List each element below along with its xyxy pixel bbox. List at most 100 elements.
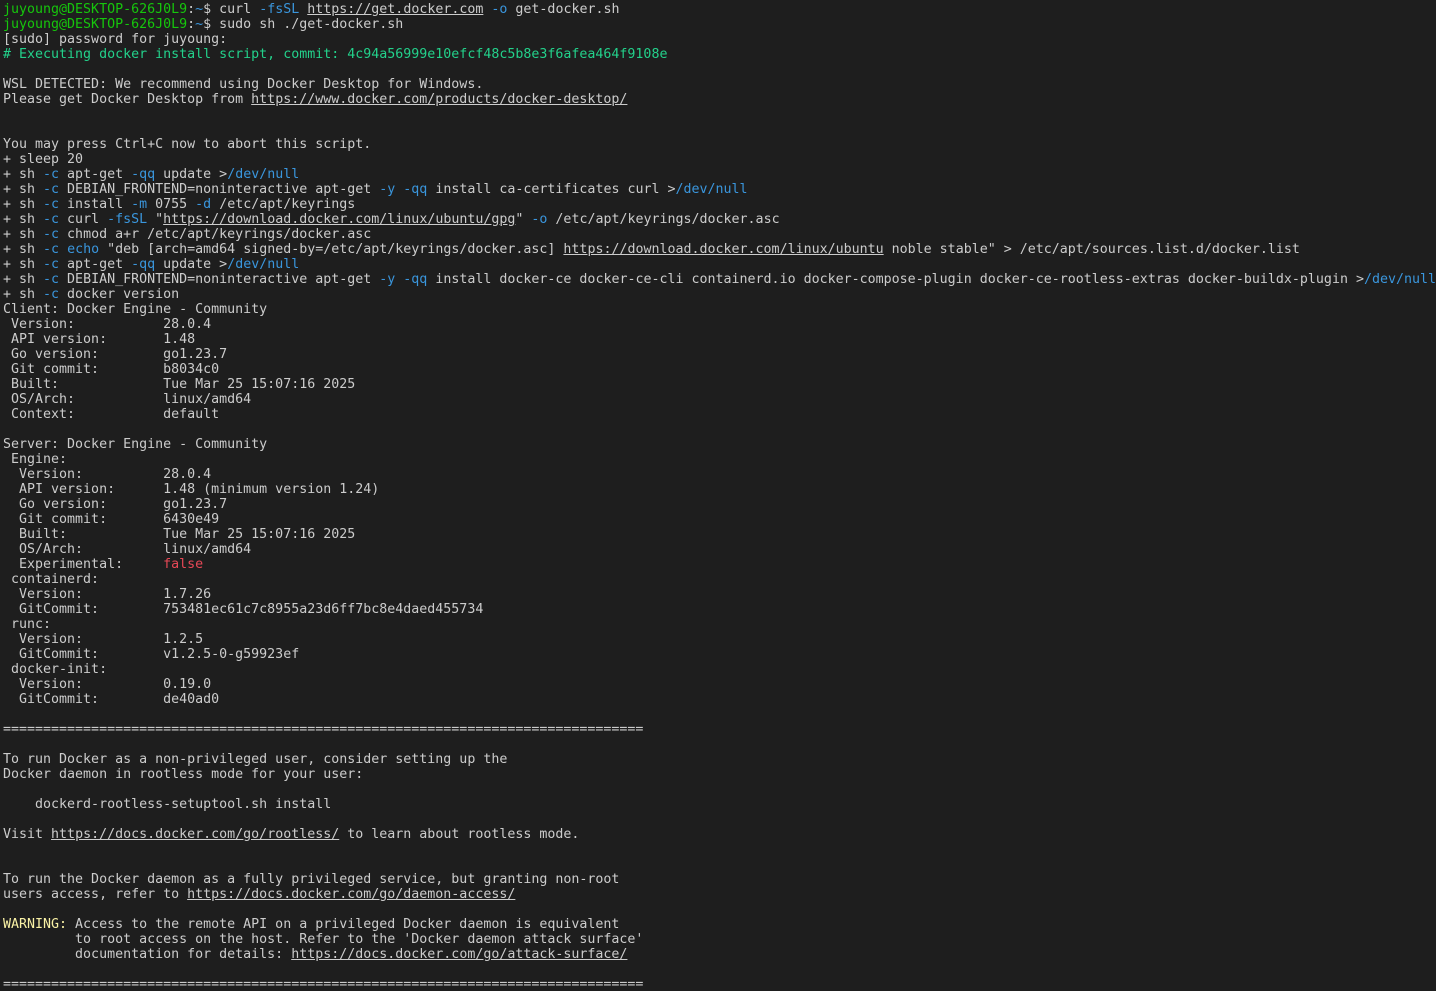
terminal-link[interactable]: https://download.docker.com/linux/ubuntu… <box>163 212 515 227</box>
terminal-text: # Executing docker install script, commi… <box>3 47 668 62</box>
terminal-text: -c <box>43 242 60 257</box>
terminal-line: containerd: <box>3 572 1436 587</box>
terminal-line: WSL DETECTED: We recommend using Docker … <box>3 77 1436 92</box>
terminal-output[interactable]: juyoung@DESKTOP-626J0L9:~$ curl -fsSL ht… <box>0 0 1436 991</box>
terminal-text: $ sudo sh ./get-docker.sh <box>203 17 404 32</box>
terminal-text: /etc/apt/keyrings <box>211 197 356 212</box>
terminal-text: Access to the remote API on a privileged… <box>67 917 620 932</box>
terminal-line: to root access on the host. Refer to the… <box>3 932 1436 947</box>
terminal-text: API version: 1.48 <box>3 332 196 347</box>
terminal-line: OS/Arch: linux/amd64 <box>3 542 1436 557</box>
terminal-line: + sh -c DEBIAN_FRONTEND=noninteractive a… <box>3 182 1436 197</box>
terminal-line: [sudo] password for juyoung: <box>3 32 1436 47</box>
terminal-link[interactable]: https://docs.docker.com/go/daemon-access… <box>187 887 515 902</box>
terminal-line: Git commit: b8034c0 <box>3 362 1436 377</box>
terminal-text: : <box>187 2 196 17</box>
terminal-text: -fsSL <box>107 212 148 227</box>
terminal-text: Version: 1.7.26 <box>3 587 212 602</box>
terminal-link[interactable]: https://get.docker.com <box>307 2 483 17</box>
terminal-link[interactable]: https://docs.docker.com/go/rootless/ <box>51 827 339 842</box>
terminal-line: Built: Tue Mar 25 15:07:16 2025 <box>3 377 1436 392</box>
terminal-line: Git commit: 6430e49 <box>3 512 1436 527</box>
terminal-line: dockerd-rootless-setuptool.sh install <box>3 797 1436 812</box>
terminal-text: API version: 1.48 (minimum version 1.24) <box>3 482 380 497</box>
terminal-text: /dev/null <box>227 167 300 182</box>
terminal-text: " <box>515 212 532 227</box>
terminal-text: GitCommit: de40ad0 <box>3 692 220 707</box>
terminal-text: documentation for details: <box>3 947 292 962</box>
terminal-text: users access, refer to <box>3 887 188 902</box>
terminal-text: -c <box>43 272 60 287</box>
terminal-text: Please get Docker Desktop from <box>3 92 252 107</box>
terminal-line: To run the Docker daemon as a fully priv… <box>3 872 1436 887</box>
terminal-text: -m <box>131 197 148 212</box>
terminal-line: runc: <box>3 617 1436 632</box>
terminal-link[interactable]: https://www.docker.com/products/docker-d… <box>251 92 627 107</box>
terminal-text: + sh <box>3 242 44 257</box>
terminal-text: dockerd-rootless-setuptool.sh install <box>3 797 332 812</box>
terminal-line: + sh -c DEBIAN_FRONTEND=noninteractive a… <box>3 272 1436 287</box>
terminal-text: runc: <box>3 617 52 632</box>
terminal-line: API version: 1.48 <box>3 332 1436 347</box>
terminal-line: Version: 0.19.0 <box>3 677 1436 692</box>
terminal-link[interactable]: https://download.docker.com/linux/ubuntu <box>563 242 883 257</box>
terminal-line: Docker daemon in rootless mode for your … <box>3 767 1436 782</box>
terminal-text: Version: 28.0.4 <box>3 467 212 482</box>
terminal-line: To run Docker as a non-privileged user, … <box>3 752 1436 767</box>
terminal-line: + sh -c docker version <box>3 287 1436 302</box>
terminal-text: install <box>59 197 132 212</box>
terminal-text: + sh <box>3 257 44 272</box>
terminal-text: + sh <box>3 227 44 242</box>
terminal-line: ========================================… <box>3 722 1436 737</box>
terminal-line: Server: Docker Engine - Community <box>3 437 1436 452</box>
terminal-link[interactable]: https://docs.docker.com/go/attack-surfac… <box>291 947 627 962</box>
terminal-line: users access, refer to https://docs.dock… <box>3 887 1436 902</box>
terminal-text: /etc/apt/keyrings/docker.asc <box>547 212 780 227</box>
terminal-text: -c <box>43 182 60 197</box>
terminal-text: -c <box>43 197 60 212</box>
terminal-line: API version: 1.48 (minimum version 1.24) <box>3 482 1436 497</box>
terminal-text: -o <box>531 212 548 227</box>
terminal-line: + sh -c apt-get -qq update >/dev/null <box>3 167 1436 182</box>
terminal-text: /dev/null <box>1363 272 1436 287</box>
terminal-text: GitCommit: 753481ec61c7c8955a23d6ff7bc8e… <box>3 602 484 617</box>
terminal-line: Built: Tue Mar 25 15:07:16 2025 <box>3 527 1436 542</box>
terminal-text: Built: Tue Mar 25 15:07:16 2025 <box>3 527 356 542</box>
terminal-line: Go version: go1.23.7 <box>3 497 1436 512</box>
terminal-text: You may press Ctrl+C now to abort this s… <box>3 137 372 152</box>
terminal-text: "deb [arch=amd64 signed-by=/etc/apt/keyr… <box>99 242 564 257</box>
terminal-text: -y <box>379 272 396 287</box>
terminal-text: Experimental: <box>3 557 164 572</box>
terminal-text: /dev/null <box>227 257 300 272</box>
terminal-line: OS/Arch: linux/amd64 <box>3 392 1436 407</box>
terminal-text: Go version: go1.23.7 <box>3 497 228 512</box>
terminal-text: + sh <box>3 287 44 302</box>
terminal-line: documentation for details: https://docs.… <box>3 947 1436 962</box>
terminal-line: Visit https://docs.docker.com/go/rootles… <box>3 827 1436 842</box>
terminal-line: Engine: <box>3 452 1436 467</box>
terminal-text: Server: Docker Engine - Community <box>3 437 268 452</box>
terminal-text: Git commit: 6430e49 <box>3 512 220 527</box>
terminal-text: To run Docker as a non-privileged user, … <box>3 752 508 767</box>
terminal-text: ========================================… <box>3 722 644 737</box>
terminal-text: -fsSL <box>259 2 300 17</box>
terminal-text: install ca-certificates curl > <box>427 182 676 197</box>
terminal-text: + sh <box>3 197 44 212</box>
terminal-line: Version: 28.0.4 <box>3 467 1436 482</box>
terminal-text: 0755 <box>147 197 196 212</box>
terminal-text: Version: 1.2.5 <box>3 632 204 647</box>
terminal-line: Client: Docker Engine - Community <box>3 302 1436 317</box>
terminal-text: noble stable" > /etc/apt/sources.list.d/… <box>883 242 1300 257</box>
terminal-text: -c <box>43 167 60 182</box>
terminal-line: Please get Docker Desktop from https://w… <box>3 92 1436 107</box>
terminal-text: /dev/null <box>675 182 748 197</box>
terminal-text: -c <box>43 227 60 242</box>
